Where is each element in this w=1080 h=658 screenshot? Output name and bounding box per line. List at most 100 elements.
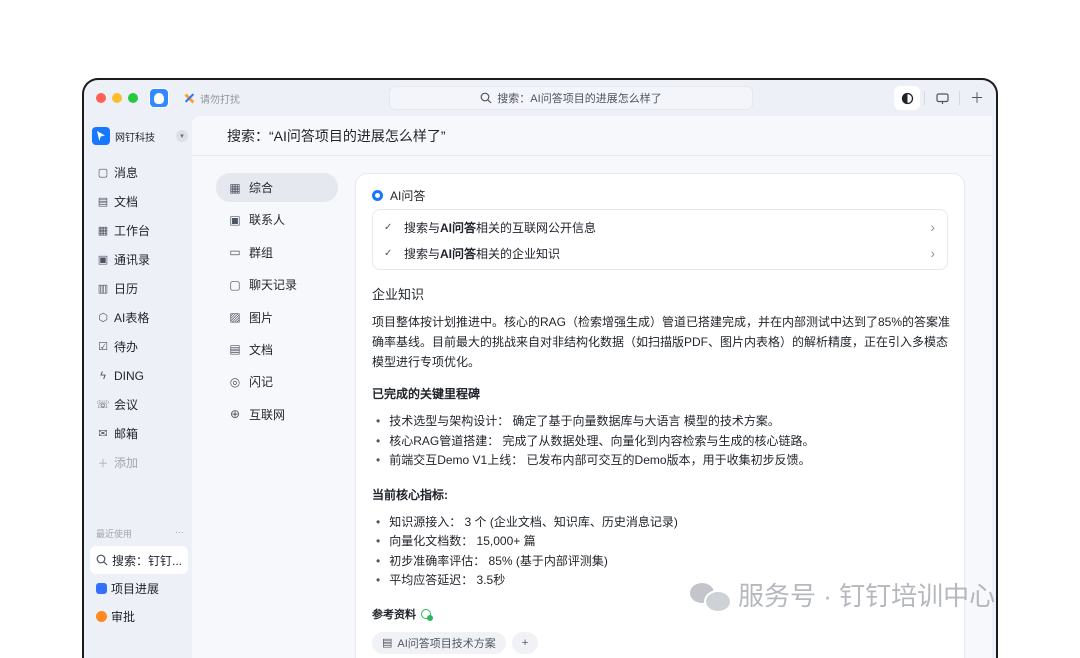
chevron-right-icon: › [930,245,935,261]
new-button[interactable]: ＋ [964,86,990,110]
minimize-window-button[interactable] [112,93,122,103]
filter-flash-notes[interactable]: ◎ 闪记 [216,367,338,396]
bullet-icon: • [376,534,381,548]
org-name: 网钉科技 [115,132,155,144]
sidebar-item-meeting[interactable]: ☏ 会议 [84,390,192,419]
todo-icon: ☑ [98,341,108,353]
recent-item-approval[interactable]: 审批 [90,602,188,630]
screen-share-button[interactable] [929,86,955,110]
recent-item-label: 审批 [111,609,136,624]
search-step-internet[interactable]: ✓ 搜索与AI问答相关的互联网公开信息 › [373,214,947,240]
more-references-button[interactable]: + [511,631,539,654]
recent-more-button[interactable]: ··· [175,527,184,540]
recent-list: 搜索：钉钉... 项目进展 审批 [90,546,188,630]
recent-item-search[interactable]: 搜索：钉钉... [90,546,188,574]
do-not-disturb-toggle[interactable]: 请勿打扰 [183,90,240,106]
sidebar-item-ai-table[interactable]: ⬡ AI表格 [84,303,192,332]
filter-contacts[interactable]: ▣ 联系人 [216,205,338,234]
sidebar-nav: ▢ 消息 ▤ 文档 ▦ 工作台 ▣ 通讯录 ▥ 日历 ⬡ AI表格 ☑ 待办 ϟ DING ☏ 会… [84,158,192,477]
filter-docs[interactable]: ▤ 文档 [216,335,338,364]
watermark-text: 服务号 · 钉钉培训中心 [738,581,996,611]
filter-label: 互联网 [249,407,286,422]
filter-all[interactable]: ▦ 综合 [216,173,338,202]
recent-section-header: 最近使用 ··· [96,527,184,540]
milestones-title: 已完成的关键里程碑 [372,387,481,401]
org-switcher[interactable]: 网钉科技 ▾ [92,124,188,148]
search-step-enterprise[interactable]: ✓ 搜索与AI问答相关的企业知识 › [373,240,947,266]
document-icon: ▤ [229,342,241,357]
search-steps: ✓ 搜索与AI问答相关的互联网公开信息 › ✓ 搜索与AI问答相关的企业知识 › [372,209,948,270]
ai-table-icon: ⬡ [98,312,108,324]
sidebar-item-label: 通讯录 [114,253,151,267]
reference-chip[interactable]: ▤ AI问答项目技术方案 [372,631,506,654]
list-item-text: 技术选型与架构设计： 确定了基于向量数据库与大语言 模型的技术方案。 [389,414,780,428]
toolbar-divider [924,91,925,105]
sidebar-item-todo[interactable]: ☑ 待办 [84,332,192,361]
sidebar-item-ding[interactable]: ϟ DING [84,361,192,390]
caret-down-icon: ▾ [176,130,188,142]
step-keyword: AI问答 [440,246,477,261]
chevron-right-icon: › [930,219,935,235]
sidebar-item-label: 添加 [114,456,139,470]
contact-card-icon: ▣ [229,212,241,227]
do-not-disturb-icon [183,92,196,105]
filter-chat-history[interactable]: ▢ 聊天记录 [216,270,338,299]
sidebar-item-mail[interactable]: ✉ 邮箱 [84,419,192,448]
list-item-text: 核心RAG管道搭建： 完成了从数据处理、向量化到内容检索与生成的核心链路。 [389,433,815,448]
ai-answer-header: AI问答 [372,187,425,204]
global-search-input[interactable]: 搜索：AI问答项目的进展怎么样了 [389,86,753,110]
section-title: 企业知识 [372,287,425,302]
result-filter-list: ▦ 综合 ▣ 联系人 ▭ 群组 ▢ 聊天记录 ▨ 图片 ▤ 文档 ◎ 闪记 ⊕ 互联网 [216,173,338,432]
wechat-logo-icon [690,580,732,613]
filter-label: 文档 [249,342,274,357]
check-icon: ✓ [384,247,393,259]
list-item-text: 知识源接入： 3 个 (企业文档、知识库、历史消息记录) [389,514,678,529]
sidebar-item-messages[interactable]: ▢ 消息 [84,158,192,187]
sidebar-item-docs[interactable]: ▤ 文档 [84,187,192,216]
filter-groups[interactable]: ▭ 群组 [216,238,338,267]
list-item: • 技术选型与架构设计： 确定了基于向量数据库与大语言 模型的技术方案。 [372,412,952,432]
ai-status-icon [372,190,383,201]
message-icon: ▢ [97,167,109,179]
list-item-text: 前端交互Demo V1上线： 已发布内部可交互的Demo版本，用于收集初步反馈。 [389,453,811,467]
filter-images[interactable]: ▨ 图片 [216,303,338,332]
approval-app-icon [96,610,107,622]
step-text: 相关的企业知识 [476,246,561,261]
flash-note-icon: ◎ [229,374,241,389]
sidebar-item-add[interactable]: ＋ 添加 [84,448,192,477]
search-icon [480,92,492,104]
step-text: 搜索与 [404,220,441,235]
sidebar-item-contacts[interactable]: ▣ 通讯录 [84,245,192,274]
bullet-icon: • [376,433,381,448]
sidebar-item-workbench[interactable]: ▦ 工作台 [84,216,192,245]
bullet-icon: • [376,453,381,467]
reference-list: ▤ AI问答项目技术方案 + [372,631,952,654]
check-icon: ✓ [384,221,393,233]
theme-toggle-button[interactable] [894,86,920,110]
filter-internet[interactable]: ⊕ 互联网 [216,400,338,429]
sidebar-item-label: 会议 [114,398,139,412]
app-window: 请勿打扰 搜索：AI问答项目的进展怎么样了 ＋ 网钉科技 ▾ ▢ 消息 ▤ 文档… [82,78,998,658]
plus-icon: ＋ [97,457,109,470]
filter-label: 闪记 [249,375,274,390]
page-title: 搜索：“AI问答项目的进展怎么样了” [192,116,992,156]
half-circle-icon [901,92,913,104]
titlebar: 请勿打扰 搜索：AI问答项目的进展怎么样了 ＋ [84,80,996,116]
list-item: • 核心RAG管道搭建： 完成了从数据处理、向量化到内容检索与生成的核心链路。 [372,432,952,452]
filter-label: 联系人 [249,213,286,228]
grid-icon: ▦ [97,225,109,237]
user-avatar[interactable] [149,88,169,108]
globe-icon: ⊕ [229,407,241,422]
watermark: 服务号 · 钉钉培训中心 [690,576,995,613]
step-label: 搜索与AI问答相关的企业知识 [404,245,560,262]
dingtalk-logo-icon [92,127,110,145]
maximize-window-button[interactable] [128,93,138,103]
recent-item-project[interactable]: 项目进展 [90,574,188,602]
search-icon [96,554,108,566]
references-title: 参考资料 [372,608,416,621]
recent-item-label: 项目进展 [111,581,160,596]
close-window-button[interactable] [96,93,106,103]
monitor-icon [935,92,949,104]
filter-label: 综合 [249,181,274,195]
sidebar-item-calendar[interactable]: ▥ 日历 [84,274,192,303]
